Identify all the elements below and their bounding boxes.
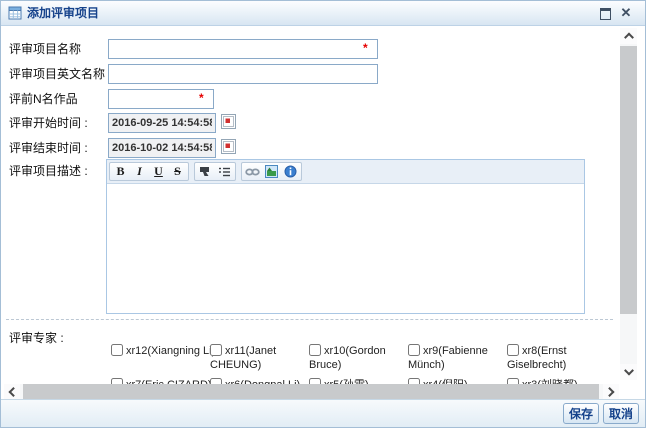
dialog-body: 评审项目名称 * 评审项目英文名称 评前N名作品 * 评审开始时间 : 评审结束… <box>1 26 645 399</box>
scroll-right-button[interactable] <box>603 384 619 399</box>
description-editor: B I U S <box>106 159 585 314</box>
required-asterisk: * <box>199 91 204 105</box>
bold-button[interactable]: B <box>111 164 130 179</box>
expert-checkbox-item[interactable]: xr9(Fabienne Münch) <box>408 344 507 372</box>
top-n-works-label: 评前N名作品 <box>9 89 78 109</box>
start-time-label: 评审开始时间 : <box>9 113 88 133</box>
cancel-button[interactable]: 取消 <box>603 403 639 424</box>
expert-name: xr12(Xiangning Li) <box>126 345 215 357</box>
project-name-en-input[interactable] <box>108 64 378 84</box>
dialog-title: 添加评审项目 <box>27 1 99 25</box>
expert-checkbox[interactable] <box>408 344 420 356</box>
experts-row-1: xr12(Xiangning Li) xr11(Janet CHEUNG) xr… <box>111 344 606 372</box>
chevron-up-icon <box>624 32 634 42</box>
expert-checkbox[interactable] <box>210 344 222 356</box>
editor-toolbar: B I U S <box>107 160 584 184</box>
scroll-down-button[interactable] <box>620 364 637 380</box>
strikethrough-button[interactable]: S <box>168 164 187 179</box>
list-button-group <box>194 162 236 181</box>
format-button-group: B I U S <box>109 162 189 181</box>
start-time-input[interactable] <box>108 113 216 133</box>
list-icon <box>218 166 231 178</box>
start-time-calendar-button[interactable] <box>221 114 236 129</box>
form-scroll-area: 评审项目名称 * 评审项目英文名称 评前N名作品 * 评审开始时间 : 评审结束… <box>1 26 621 384</box>
insert-link-button[interactable] <box>243 164 262 179</box>
project-name-input[interactable] <box>108 39 378 59</box>
blockquote-button[interactable] <box>196 164 215 179</box>
maximize-icon <box>600 8 611 20</box>
section-divider <box>6 319 613 320</box>
expert-checkbox-item[interactable]: xr11(Janet CHEUNG) <box>210 344 309 372</box>
calendar-icon <box>223 141 234 152</box>
window-grid-icon <box>8 6 22 23</box>
insert-image-button[interactable] <box>262 164 281 179</box>
link-icon <box>245 167 260 177</box>
project-name-en-label: 评审项目英文名称 <box>9 64 105 84</box>
end-time-calendar-button[interactable] <box>221 139 236 154</box>
end-time-label: 评审结束时间 : <box>9 138 88 158</box>
maximize-button[interactable] <box>598 6 612 20</box>
scroll-up-button[interactable] <box>620 28 637 44</box>
chevron-right-icon <box>605 387 615 397</box>
required-asterisk: * <box>363 41 368 55</box>
calendar-icon <box>223 116 234 127</box>
experts-label: 评审专家 : <box>9 328 64 348</box>
description-editor-body[interactable] <box>107 184 584 313</box>
blockquote-icon <box>199 166 212 178</box>
window-titlebar: 添加评审项目 ✕ <box>1 1 645 26</box>
expert-checkbox[interactable] <box>309 344 321 356</box>
description-label: 评审项目描述 : <box>9 161 88 181</box>
horizontal-scrollbar-thumb[interactable] <box>23 384 599 399</box>
end-time-input[interactable] <box>108 138 216 158</box>
horizontal-scrollbar[interactable] <box>4 384 619 399</box>
save-button[interactable]: 保存 <box>563 403 599 424</box>
vertical-scrollbar[interactable] <box>620 28 637 380</box>
close-button[interactable]: ✕ <box>619 6 633 20</box>
expert-checkbox-item[interactable]: xr12(Xiangning Li) <box>111 344 210 372</box>
info-icon <box>284 165 297 178</box>
dialog-footer: 保存 取消 <box>1 399 645 427</box>
chevron-left-icon <box>8 387 18 397</box>
chevron-down-icon <box>624 366 634 376</box>
expert-checkbox[interactable] <box>111 344 123 356</box>
project-name-label: 评审项目名称 <box>9 39 81 59</box>
underline-button[interactable]: U <box>149 164 168 179</box>
about-button[interactable] <box>281 164 300 179</box>
italic-button[interactable]: I <box>130 164 149 179</box>
vertical-scrollbar-thumb[interactable] <box>620 46 637 314</box>
expert-checkbox-item[interactable]: xr8(Ernst Giselbrecht) <box>507 344 606 372</box>
list-button[interactable] <box>215 164 234 179</box>
expert-checkbox-item[interactable]: xr10(Gordon Bruce) <box>309 344 408 372</box>
scroll-left-button[interactable] <box>4 384 20 399</box>
insert-button-group <box>241 162 302 181</box>
image-icon <box>265 165 278 178</box>
add-review-project-dialog: 添加评审项目 ✕ 评审项目名称 * 评审项目英文名称 评前N名作品 * 评审开始… <box>0 0 646 428</box>
expert-checkbox[interactable] <box>507 344 519 356</box>
